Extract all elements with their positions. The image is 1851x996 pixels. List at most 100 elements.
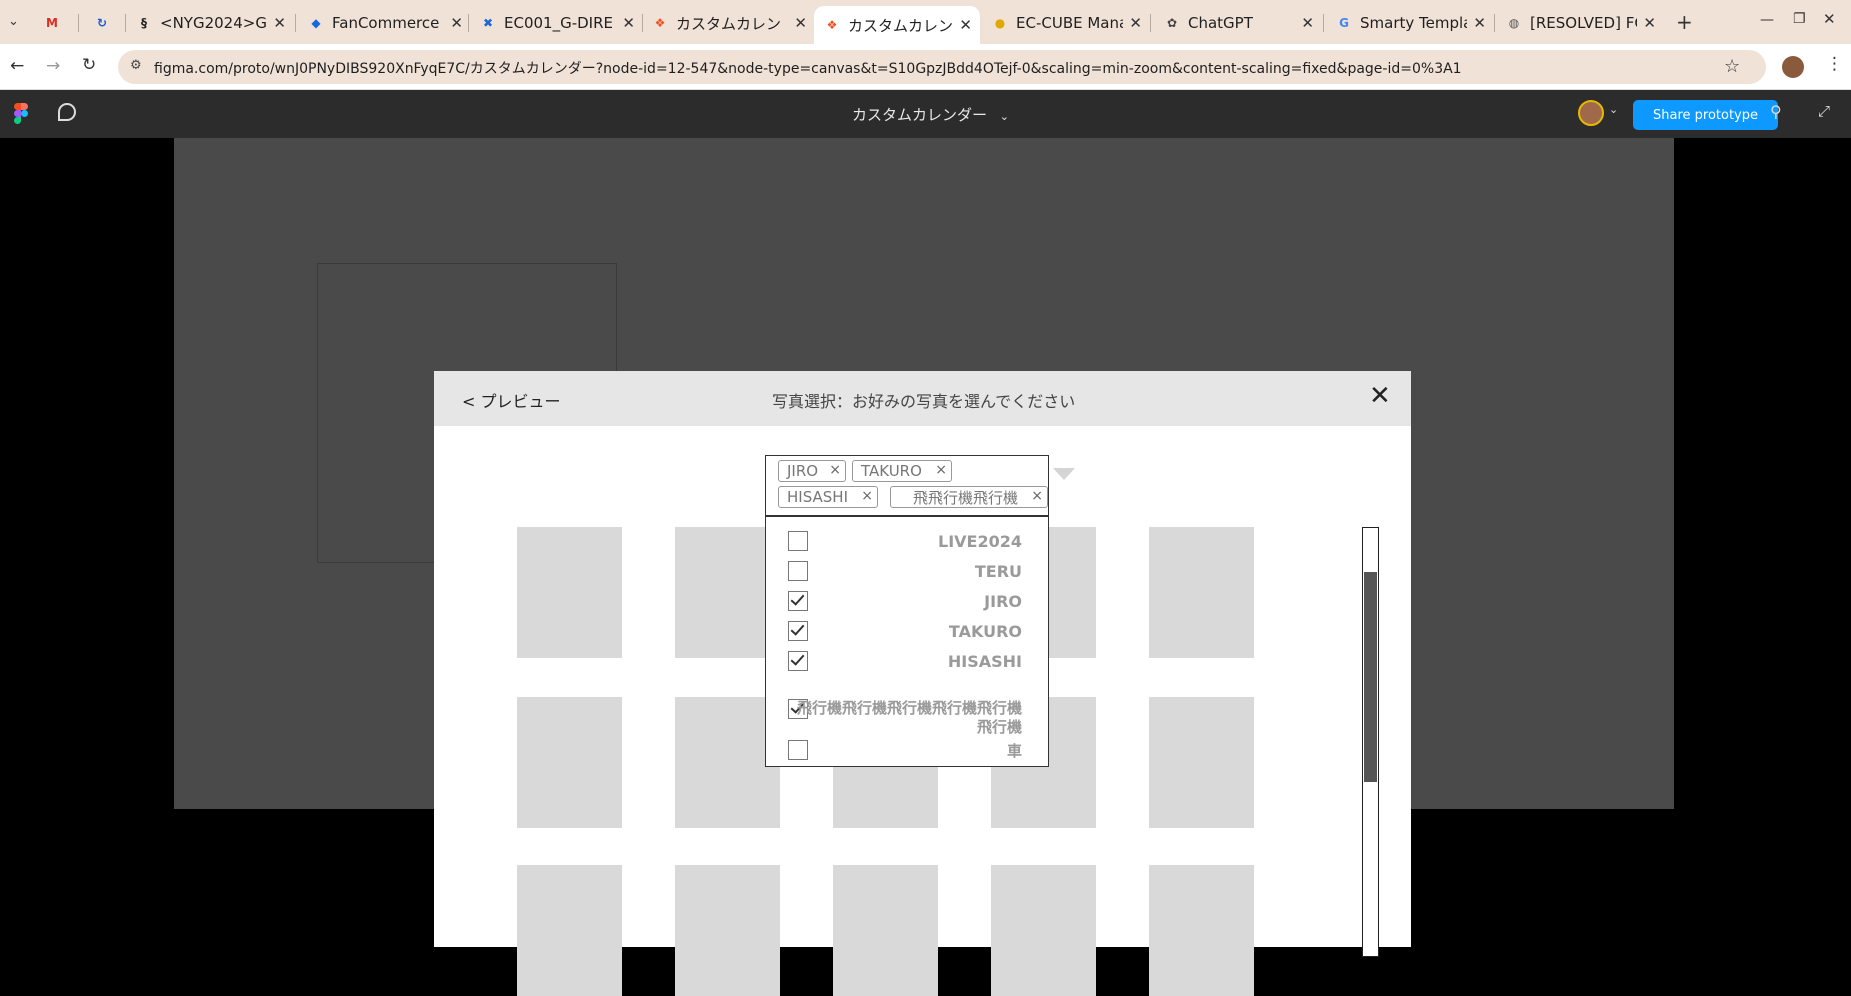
selected-tag-chip[interactable]: HISASHI × <box>778 486 878 508</box>
chevron-down-icon[interactable]: ⌄ <box>1609 103 1618 116</box>
option-label: TERU <box>974 562 1022 581</box>
omnibox[interactable]: ⚙ figma.com/proto/wnJ0PNyDIBS920XnFyqE7C… <box>118 50 1766 84</box>
fullscreen-icon[interactable]: ⤢ <box>1818 102 1830 120</box>
bookmark-star-icon[interactable]: ☆ <box>1724 56 1740 77</box>
remove-tag-icon[interactable]: × <box>861 488 873 504</box>
back-to-preview-button[interactable]: < プレビュー <box>462 388 561 412</box>
selected-tag-chip[interactable]: 飛飛行機飛行機 × <box>890 486 1048 508</box>
share-prototype-button[interactable]: Share prototype <box>1633 100 1778 130</box>
remove-tag-icon[interactable]: × <box>829 462 841 478</box>
loop-icon: ↻ <box>96 16 108 30</box>
tag-option[interactable]: TERU <box>766 561 1050 587</box>
option-label: HISASHI <box>947 652 1022 671</box>
close-icon[interactable]: ✕ <box>1369 381 1391 411</box>
figma-logo-icon[interactable] <box>14 103 28 125</box>
globe-icon: ◍ <box>1508 16 1520 30</box>
back-icon[interactable]: ← <box>10 56 24 76</box>
tag-filter-select[interactable]: JIRO × TAKURO × HISASHI × 飛飛行機飛行機 × <box>765 455 1075 516</box>
option-checkbox[interactable] <box>788 531 808 551</box>
option-checkbox[interactable] <box>788 561 808 581</box>
selected-tag-chip[interactable]: TAKURO × <box>852 460 952 482</box>
tab-figma-active[interactable]: ❖ カスタムカレン ✕ <box>814 6 980 44</box>
tab-eccube[interactable]: ● EC-CUBE Mana ✕ <box>992 6 1142 40</box>
confluence-icon: ✖ <box>482 16 494 30</box>
option-checkbox[interactable] <box>788 591 808 611</box>
chip-label: JIRO <box>787 462 819 480</box>
photo-select-modal: < プレビュー 写真選択：お好みの写真を選んでください ✕ JIRO × TAK… <box>434 371 1411 996</box>
minimize-icon[interactable]: — <box>1760 12 1774 28</box>
close-window-icon[interactable]: ✕ <box>1823 10 1836 28</box>
site-info-icon[interactable]: ⚙ <box>130 58 142 73</box>
tab-fancommerce[interactable]: ◆ FanCommerce ✕ <box>308 6 463 40</box>
tab-figma-1[interactable]: ❖ カスタムカレン ✕ <box>652 6 807 40</box>
photo-thumbnail[interactable] <box>675 865 780 996</box>
prototype-canvas: < プレビュー 写真選択：お好みの写真を選んでください ✕ JIRO × TAK… <box>0 138 1851 996</box>
close-tab-icon[interactable]: ✕ <box>1301 14 1314 32</box>
option-label: 車 <box>1006 742 1022 760</box>
close-tab-icon[interactable]: ✕ <box>1129 14 1142 32</box>
photo-thumbnail[interactable] <box>991 865 1096 996</box>
menu-kebab-icon[interactable]: ⋮ <box>1826 54 1843 74</box>
tab-gmail[interactable]: M <box>44 6 68 40</box>
tag-option[interactable]: 車 <box>766 740 1050 764</box>
photo-thumbnail[interactable] <box>517 527 622 658</box>
profile-avatar[interactable] <box>1782 56 1804 78</box>
tag-option[interactable]: LIVE2024 <box>766 531 1050 557</box>
close-tab-icon[interactable]: ✕ <box>273 14 286 32</box>
photo-thumbnail[interactable] <box>1149 865 1254 996</box>
close-tab-icon[interactable]: ✕ <box>1643 14 1656 32</box>
tab-chatgpt[interactable]: ✿ ChatGPT ✕ <box>1164 6 1314 40</box>
tag-option[interactable]: 飛行機飛行機飛行機飛行機飛行機飛行機 <box>766 699 1050 739</box>
photo-thumbnail[interactable] <box>833 865 938 996</box>
tag-option[interactable]: JIRO <box>766 591 1050 617</box>
selected-tag-chip[interactable]: JIRO × <box>778 460 846 482</box>
remove-tag-icon[interactable]: × <box>1031 488 1043 504</box>
tab-nyg2024[interactable]: § <NYG2024>GL ✕ <box>136 6 286 40</box>
url-text[interactable]: figma.com/proto/wnJ0PNyDIBS920XnFyqE7C/カ… <box>154 58 1462 78</box>
close-tab-icon[interactable]: ✕ <box>959 16 972 34</box>
new-tab-icon[interactable]: + <box>1676 10 1693 34</box>
dropdown-caret-icon[interactable] <box>1053 468 1075 480</box>
tab-title: カスタムカレン <box>848 16 954 35</box>
tab-title: EC-CUBE Mana <box>1016 14 1124 32</box>
tab-search-icon[interactable]: ⌄ <box>8 14 24 30</box>
tag-option[interactable]: TAKURO <box>766 621 1050 647</box>
chevron-down-icon: ⌄ <box>999 110 1010 123</box>
chip-label: 飛飛行機飛行機 <box>913 488 1019 507</box>
tab-title: Smarty Templa <box>1360 14 1468 32</box>
tag-option[interactable]: HISASHI <box>766 651 1050 677</box>
tab-title: ChatGPT <box>1188 14 1253 32</box>
modal-title: 写真選択：お好みの写真を選んでください <box>772 392 1076 411</box>
forward-icon[interactable]: → <box>46 56 60 76</box>
option-checkbox[interactable] <box>788 740 808 760</box>
photo-thumbnail[interactable] <box>1149 527 1254 658</box>
gmail-icon: M <box>46 16 58 30</box>
tab-smarty[interactable]: G Smarty Templa ✕ <box>1336 6 1486 40</box>
close-tab-icon[interactable]: ✕ <box>794 14 807 32</box>
prototype-title[interactable]: カスタムカレンダー ⌄ <box>852 104 1009 125</box>
close-tab-icon[interactable]: ✕ <box>1473 14 1486 32</box>
photo-thumbnail[interactable] <box>517 697 622 828</box>
option-label: LIVE2024 <box>938 532 1022 551</box>
photo-thumbnail[interactable] <box>1149 697 1254 828</box>
reload-icon[interactable]: ↻ <box>82 55 96 75</box>
tab-ec001[interactable]: ✖ EC001_G-DIRE ✕ <box>480 6 635 40</box>
google-icon: G <box>1339 16 1349 30</box>
photo-grid-scrollbar[interactable] <box>1362 527 1379 957</box>
tab-resolved[interactable]: ◍ [RESOLVED] FC ✕ <box>1506 6 1656 40</box>
option-checkbox[interactable] <box>788 651 808 671</box>
scrollbar-thumb[interactable] <box>1364 572 1377 782</box>
close-tab-icon[interactable]: ✕ <box>622 14 635 32</box>
close-tab-icon[interactable]: ✕ <box>450 14 463 32</box>
option-checkbox[interactable] <box>788 621 808 641</box>
checkmark-icon <box>790 621 805 636</box>
restore-icon[interactable]: ❐ <box>1793 11 1806 27</box>
settings-sliders-icon[interactable]: ⚲ <box>1770 102 1782 121</box>
tab-loop[interactable]: ↻ <box>94 6 118 40</box>
chip-label: TAKURO <box>861 462 922 480</box>
tab-title: <NYG2024>GL <box>160 14 268 32</box>
comment-icon[interactable] <box>58 103 76 121</box>
photo-thumbnail[interactable] <box>517 865 622 996</box>
remove-tag-icon[interactable]: × <box>935 462 947 478</box>
user-avatar[interactable] <box>1578 100 1604 126</box>
